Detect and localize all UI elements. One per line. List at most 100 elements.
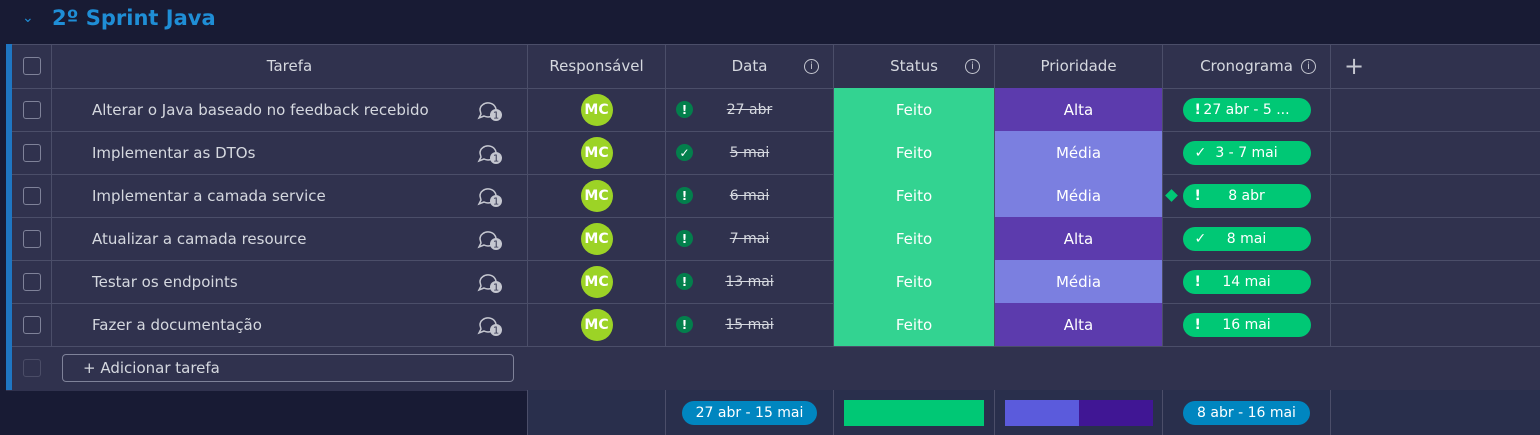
- timeline-cell[interactable]: ! 27 abr - 5 ...: [1163, 88, 1331, 131]
- timeline-cell[interactable]: ✓ 3 - 7 mai: [1163, 131, 1331, 174]
- task-name[interactable]: Atualizar a camada resource: [92, 217, 306, 260]
- priority-distribution-bar: [1004, 399, 1153, 426]
- priority-cell[interactable]: Média: [995, 260, 1163, 303]
- task-cell[interactable]: Implementar a camada service 1: [52, 174, 528, 217]
- select-all-checkbox[interactable]: [22, 57, 41, 75]
- header-status[interactable]: Status i: [834, 44, 995, 88]
- table-row[interactable]: Fazer a documentação 1 MC ! 15 mai Feito…: [12, 303, 1540, 347]
- avatar[interactable]: MC: [580, 93, 613, 126]
- date-cell[interactable]: ! 15 mai: [666, 303, 834, 346]
- updates-icon[interactable]: 1: [476, 260, 504, 303]
- date-cell[interactable]: ! 7 mai: [666, 217, 834, 260]
- task-cell[interactable]: Fazer a documentação 1: [52, 303, 528, 346]
- timeline-cell[interactable]: ! 8 abr: [1163, 174, 1331, 217]
- timeline-pill[interactable]: ! 8 abr: [1182, 183, 1311, 208]
- row-checkbox[interactable]: [22, 229, 41, 248]
- updates-count: 1: [493, 282, 499, 293]
- add-column-button[interactable]: +: [1331, 44, 1377, 88]
- updates-icon[interactable]: 1: [476, 174, 504, 217]
- date-cell[interactable]: ! 6 mai: [666, 174, 834, 217]
- owner-cell[interactable]: MC: [528, 131, 666, 174]
- timeline-cell[interactable]: ✓ 8 mai: [1163, 217, 1331, 260]
- header-priority[interactable]: Prioridade: [995, 44, 1163, 88]
- priority-cell[interactable]: Alta: [995, 88, 1163, 131]
- avatar[interactable]: MC: [580, 308, 613, 341]
- priority-cell[interactable]: Média: [995, 174, 1163, 217]
- owner-cell[interactable]: MC: [528, 174, 666, 217]
- status-cell[interactable]: Feito: [834, 174, 995, 217]
- updates-icon[interactable]: 1: [476, 303, 504, 346]
- avatar[interactable]: MC: [580, 136, 613, 169]
- priority-cell[interactable]: Média: [995, 131, 1163, 174]
- header-timeline[interactable]: Cronograma i: [1163, 44, 1331, 88]
- date-cell[interactable]: ! 13 mai: [666, 260, 834, 303]
- row-checkbox-cell: [12, 217, 52, 260]
- owner-cell[interactable]: MC: [528, 88, 666, 131]
- task-cell[interactable]: Implementar as DTOs 1: [52, 131, 528, 174]
- table-row[interactable]: Atualizar a camada resource 1 MC ! 7 mai…: [12, 217, 1540, 261]
- updates-icon[interactable]: 1: [476, 88, 504, 131]
- table-row[interactable]: Implementar a camada service 1 MC ! 6 ma…: [12, 174, 1540, 218]
- header-task[interactable]: Tarefa: [52, 44, 528, 88]
- task-name[interactable]: Testar os endpoints: [92, 260, 238, 303]
- header-date[interactable]: Data i: [666, 44, 834, 88]
- timeline-pill[interactable]: ! 14 mai: [1182, 269, 1311, 294]
- task-cell[interactable]: Alterar o Java baseado no feedback receb…: [52, 88, 528, 131]
- chat-bubble-icon: 1: [477, 273, 502, 293]
- row-checkbox[interactable]: [22, 315, 41, 334]
- status-cell[interactable]: Feito: [834, 131, 995, 174]
- task-name[interactable]: Implementar a camada service: [92, 174, 326, 217]
- date-cell[interactable]: ✓ 5 mai: [666, 131, 834, 174]
- chevron-down-icon[interactable]: ⌄: [22, 10, 34, 26]
- updates-icon[interactable]: 1: [476, 131, 504, 174]
- priority-cell[interactable]: Alta: [995, 303, 1163, 346]
- task-cell[interactable]: Testar os endpoints 1: [52, 260, 528, 303]
- status-cell[interactable]: Feito: [834, 88, 995, 131]
- row-checkbox[interactable]: [22, 143, 41, 162]
- task-name[interactable]: Implementar as DTOs: [92, 131, 255, 174]
- table-row[interactable]: Implementar as DTOs 1 MC ✓ 5 mai Feito M…: [12, 131, 1540, 175]
- timeline-cell[interactable]: ! 14 mai: [1163, 260, 1331, 303]
- alert-icon: !: [676, 316, 693, 333]
- timeline-pill[interactable]: ! 27 abr - 5 ...: [1182, 97, 1311, 122]
- alert-icon: !: [676, 230, 693, 247]
- owner-cell[interactable]: MC: [528, 303, 666, 346]
- info-icon[interactable]: i: [965, 58, 980, 74]
- header-status-label: Status: [890, 57, 938, 75]
- priority-cell[interactable]: Alta: [995, 217, 1163, 260]
- owner-cell[interactable]: MC: [528, 217, 666, 260]
- info-icon[interactable]: i: [1301, 58, 1316, 74]
- timeline-value: 16 mai: [1222, 316, 1271, 333]
- row-checkbox[interactable]: [22, 186, 41, 205]
- task-name[interactable]: Alterar o Java baseado no feedback receb…: [92, 88, 429, 131]
- row-checkbox[interactable]: [22, 100, 41, 119]
- task-cell[interactable]: Atualizar a camada resource 1: [52, 217, 528, 260]
- summary-timeline-range: 8 abr - 16 mai: [1183, 400, 1310, 425]
- updates-icon[interactable]: 1: [476, 217, 504, 260]
- avatar[interactable]: MC: [580, 265, 613, 298]
- row-checkbox[interactable]: [22, 272, 41, 291]
- date-value: 27 abr: [726, 101, 773, 118]
- summary-row: 27 abr - 15 mai 8 abr - 16 mai: [527, 390, 1540, 435]
- avatar[interactable]: MC: [580, 179, 613, 212]
- timeline-pill[interactable]: ✓ 8 mai: [1182, 226, 1311, 251]
- header-select-all: [12, 44, 52, 88]
- group-title[interactable]: 2º Sprint Java: [52, 6, 216, 30]
- timeline-cell[interactable]: ! 16 mai: [1163, 303, 1331, 346]
- header-owner[interactable]: Responsável: [528, 44, 666, 88]
- add-task-checkbox-cell: [12, 346, 52, 390]
- task-name[interactable]: Fazer a documentação: [92, 303, 262, 346]
- add-task-input[interactable]: + Adicionar tarefa: [62, 354, 514, 382]
- info-icon[interactable]: i: [804, 58, 819, 74]
- table-row[interactable]: Alterar o Java baseado no feedback receb…: [12, 88, 1540, 132]
- status-cell[interactable]: Feito: [834, 260, 995, 303]
- table-row[interactable]: Testar os endpoints 1 MC ! 13 mai Feito …: [12, 260, 1540, 304]
- owner-cell[interactable]: MC: [528, 260, 666, 303]
- status-cell[interactable]: Feito: [834, 217, 995, 260]
- status-cell[interactable]: Feito: [834, 303, 995, 346]
- avatar[interactable]: MC: [580, 222, 613, 255]
- date-cell[interactable]: ! 27 abr: [666, 88, 834, 131]
- check-icon: ✓: [676, 144, 693, 161]
- timeline-pill[interactable]: ! 16 mai: [1182, 312, 1311, 337]
- timeline-pill[interactable]: ✓ 3 - 7 mai: [1182, 140, 1311, 165]
